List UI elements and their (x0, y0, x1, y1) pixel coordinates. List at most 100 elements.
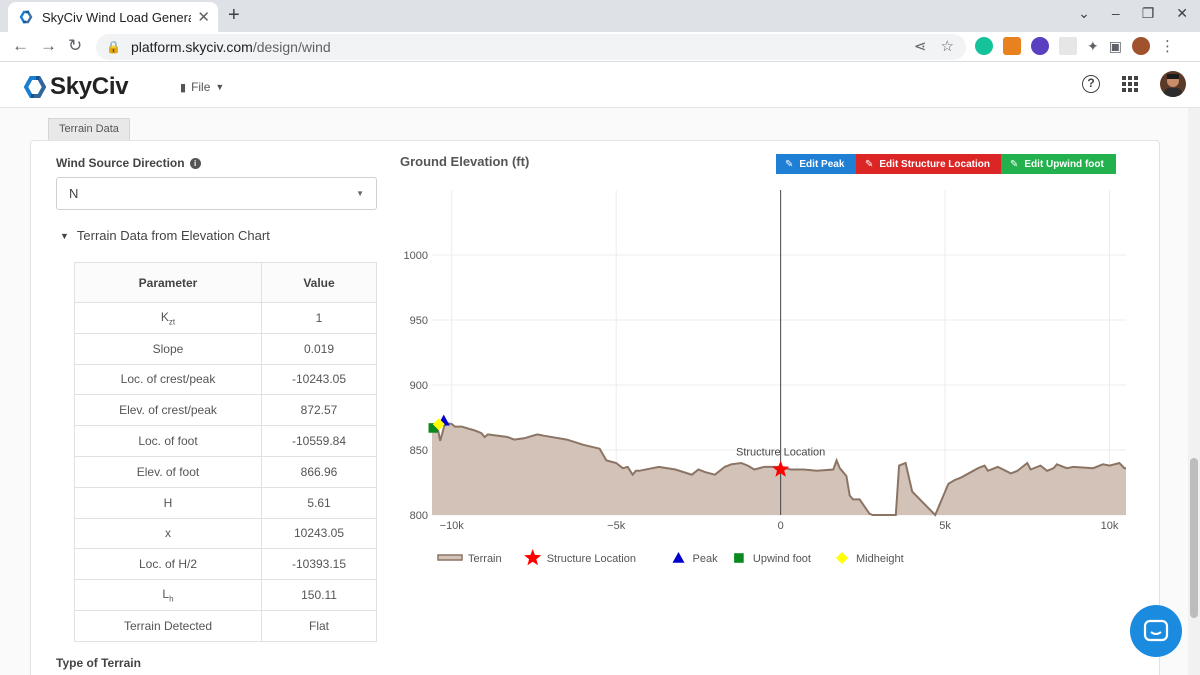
table-row: Loc. of foot -10559.84 (74, 425, 377, 457)
skyciv-logo[interactable]: SkyCiv (24, 73, 129, 101)
parameter-table: Parameter Value Kzt 1 Slope 0.019 Loc. of … (74, 262, 377, 642)
table-row: H 5.61 (74, 486, 377, 519)
legend-terrain-swatch (437, 554, 463, 561)
param-cell: Slope (74, 332, 262, 365)
legend-peak-label: Peak (693, 553, 719, 565)
param-cell: H (74, 486, 262, 519)
share-icon[interactable]: ⋖ (914, 37, 927, 55)
browser-tab[interactable]: SkyCiv Wind Load Generat ✕ (8, 2, 218, 32)
param-cell: Terrain Detected (74, 609, 262, 642)
apps-grid-icon[interactable] (1122, 76, 1138, 92)
table-row: x 10243.05 (74, 517, 377, 550)
table-row: Slope 0.019 (74, 332, 377, 365)
tab-terrain-data[interactable]: Terrain Data (48, 118, 130, 140)
wind-source-select[interactable]: N ▼ (56, 177, 377, 210)
back-icon[interactable]: ← (12, 36, 29, 56)
left-column: Wind Source Direction i N ▼ ▼ Terrain Da… (56, 156, 378, 243)
terrain-elevation-collapse[interactable]: ▼ Terrain Data from Elevation Chart (56, 228, 378, 243)
help-icon[interactable]: ? (1082, 75, 1100, 93)
legend-structure-location-label: Structure Location (547, 553, 636, 565)
param-cell: Loc. of crest/peak (74, 363, 262, 396)
restore-icon[interactable]: ❐ (1142, 5, 1155, 22)
skyciv-logo-icon (24, 76, 46, 98)
value-cell: 150.11 (261, 579, 377, 611)
bookmark-star-icon[interactable]: ☆ (941, 37, 954, 55)
wind-source-value: N (69, 186, 79, 201)
chrome-menu-icon[interactable]: ⋮ (1160, 37, 1175, 55)
value-cell: 1 (261, 302, 377, 334)
param-cell: Elev. of foot (74, 455, 262, 488)
param-cell: Kzt (74, 302, 262, 334)
y-tick-label: 900 (410, 380, 428, 392)
skyciv-favicon-icon (19, 10, 33, 24)
main-content: Terrain Data Wind Source Direction i N ▼… (0, 108, 1188, 675)
edit-structure-location-button[interactable]: ✎ Edit Structure Location (856, 154, 1001, 174)
legend-upwind-foot-label: Upwind foot (753, 553, 811, 565)
new-tab-icon[interactable]: + (228, 4, 240, 27)
value-cell: 5.61 (261, 486, 377, 519)
edit-peak-label: Edit Peak (799, 158, 845, 170)
puzzle-extensions-icon[interactable]: ✦ (1087, 38, 1099, 55)
value-cell: -10559.84 (261, 425, 377, 457)
y-tick-label: 850 (410, 445, 428, 457)
table-row: Kzt 1 (74, 302, 377, 334)
file-menu[interactable]: ▮ File ▼ (180, 80, 224, 94)
legend-midheight-marker (836, 552, 848, 564)
browser-tabbar: SkyCiv Wind Load Generat ✕ + ⌄ – ❐ ✕ (0, 0, 1200, 32)
table-row: Elev. of foot 866.96 (74, 455, 377, 488)
legend-peak-marker (672, 552, 685, 563)
x-tick-label: 5k (939, 520, 951, 532)
metamask-extension-icon[interactable] (1003, 37, 1021, 55)
value-cell: 872.57 (261, 394, 377, 427)
chat-support-button[interactable] (1130, 605, 1182, 657)
value-cell: 10243.05 (261, 517, 377, 550)
wind-source-label-text: Wind Source Direction (56, 156, 185, 170)
structure-location-annotation: Structure Location (736, 447, 825, 459)
param-cell: Loc. of foot (74, 425, 262, 457)
caret-down-icon: ▼ (356, 189, 364, 198)
legend-structure-location-marker (524, 549, 542, 566)
table-row: Terrain Detected Flat (74, 609, 377, 642)
value-cell: Flat (261, 609, 377, 642)
param-cell: Elev. of crest/peak (74, 394, 262, 427)
address-bar[interactable]: 🔒 platform.skyciv.com /design/wind ⋖ ☆ (96, 34, 966, 60)
x-tick-label: 10k (1101, 520, 1119, 532)
x-tick-label: 0 (778, 520, 784, 532)
file-icon: ▮ (180, 81, 187, 94)
param-cell: x (74, 517, 262, 550)
minimize-icon[interactable]: – (1112, 5, 1120, 22)
table-row: Lh 150.11 (74, 579, 377, 611)
edit-upwind-foot-button[interactable]: ✎ Edit Upwind foot (1001, 154, 1116, 174)
edit-icon: ✎ (865, 158, 874, 170)
page-scrollbar[interactable] (1188, 108, 1200, 675)
forward-icon[interactable]: → (40, 36, 57, 56)
tab-search-icon[interactable]: ⌄ (1078, 5, 1090, 22)
scrollbar-thumb[interactable] (1190, 458, 1198, 618)
edit-upwind-label: Edit Upwind foot (1024, 158, 1104, 170)
value-cell: 0.019 (261, 332, 377, 365)
chevron-down-icon: ▼ (215, 82, 225, 92)
info-icon[interactable]: i (189, 157, 201, 169)
edit-structure-label: Edit Structure Location (879, 158, 990, 170)
lock-icon[interactable]: 🔒 (106, 40, 121, 54)
legend-terrain-label: Terrain (468, 553, 502, 565)
side-panel-icon[interactable]: ▣ (1109, 38, 1122, 55)
y-tick-label: 800 (410, 510, 428, 522)
chat-icon (1143, 619, 1169, 642)
ground-elevation-chart[interactable]: 800 850 900 950 1000 −10k −5k 0 5k 10k Structure L… (400, 184, 1130, 584)
extension-icon[interactable] (1031, 37, 1049, 55)
param-cell: Lh (74, 579, 262, 611)
edit-peak-button[interactable]: ✎ Edit Peak (776, 154, 856, 174)
edit-icon: ✎ (1010, 158, 1019, 170)
extension-icon[interactable] (1059, 37, 1077, 55)
close-window-icon[interactable]: ✕ (1176, 5, 1188, 22)
reload-icon[interactable]: ↻ (68, 36, 82, 56)
close-tab-icon[interactable]: ✕ (197, 8, 210, 26)
user-avatar[interactable] (1160, 71, 1186, 97)
profile-avatar[interactable] (1131, 37, 1150, 55)
table-header-row: Parameter Value (74, 262, 377, 303)
value-cell: 866.96 (261, 455, 377, 488)
grammarly-extension-icon[interactable] (975, 37, 993, 55)
param-cell: Loc. of H/2 (74, 548, 262, 581)
logo-text: SkyCiv (50, 73, 129, 100)
